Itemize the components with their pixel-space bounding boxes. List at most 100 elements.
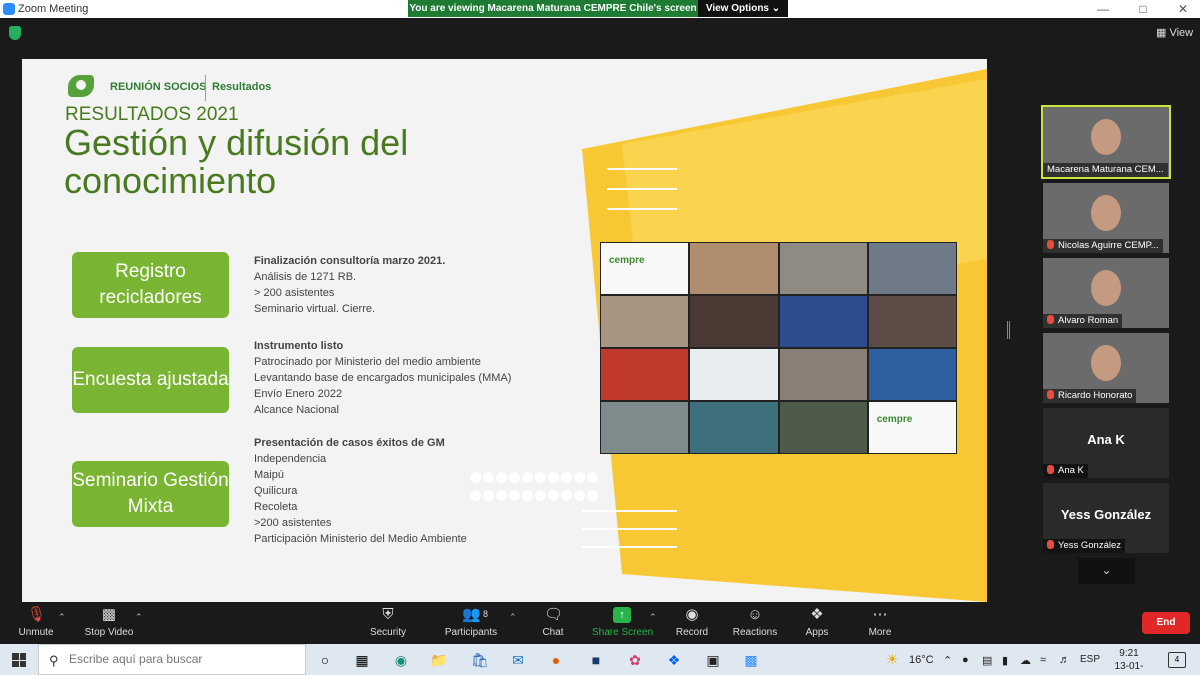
slide-title: Gestión y difusión del conocimiento (64, 122, 409, 201)
file-explorer-icon[interactable]: 📁 (428, 649, 450, 671)
grid-logo-cell: cempre (601, 243, 689, 294)
audio-options-caret[interactable]: ⌃ (58, 612, 66, 623)
weather-temp[interactable]: 16°C (909, 654, 934, 666)
maximize-button[interactable]: □ (1133, 2, 1153, 16)
participant-tile[interactable]: Nicolas Aguirre CEMP... (1043, 183, 1169, 253)
dropbox-icon[interactable]: ❖ (663, 649, 685, 671)
network-icon[interactable]: ▤ (982, 654, 992, 667)
participant-tile[interactable]: Alvaro Roman (1043, 258, 1169, 328)
zoom-taskbar-icon[interactable]: ▩ (740, 649, 762, 671)
participant-video (1091, 345, 1121, 381)
record-label: Record (675, 627, 709, 638)
bullet-line: >200 asistentes (254, 517, 332, 529)
grid-photo-cell (868, 349, 956, 400)
mail-icon[interactable]: ✉ (507, 649, 529, 671)
participants-options-caret[interactable]: ⌃ (509, 612, 517, 623)
sticky-notes-icon[interactable]: ▣ (702, 649, 724, 671)
bullet-line: Recoleta (254, 501, 298, 513)
grid-slide-cell (690, 349, 778, 400)
close-button[interactable]: ✕ (1173, 2, 1193, 16)
windows-start-icon[interactable] (12, 653, 26, 667)
video-options-caret[interactable]: ⌃ (135, 612, 143, 623)
security-label: Security (369, 627, 407, 638)
bullet-heading: Finalización consultoría marzo 2021. (254, 255, 446, 267)
share-banner: You are viewing Macarena Maturana CEMPRE… (408, 0, 788, 17)
grid-slide-cell (690, 402, 778, 453)
wifi-icon[interactable]: ≈ (1040, 654, 1046, 666)
shared-screen: REUNIÓN SOCIOS Resultados RESULTADOS 202… (22, 59, 987, 602)
muted-mic-icon (1047, 315, 1054, 324)
edge-browser-icon[interactable]: ◉ (390, 649, 412, 671)
participant-name: Ricardo Honorato (1058, 390, 1133, 401)
notification-center-icon[interactable]: 4 (1168, 652, 1186, 668)
bullet-line: Alcance Nacional (254, 404, 339, 416)
view-label: View (1169, 27, 1194, 39)
view-options-button[interactable]: View Options ⌄ (698, 0, 788, 17)
apps-icon: ❖ (810, 606, 824, 623)
participants-icon: 👥 (462, 606, 481, 623)
share-banner-text: You are viewing Macarena Maturana CEMPRE… (409, 3, 697, 14)
battery-icon[interactable]: ▮ (1002, 654, 1008, 667)
onedrive-icon[interactable]: ☁ (1020, 654, 1031, 667)
volume-icon[interactable]: ♬ (1059, 654, 1070, 666)
grid-photo-cell (601, 349, 689, 400)
stop-video-button[interactable]: ▩ Stop Video (80, 602, 138, 644)
participant-tile[interactable]: Ana K Ana K (1043, 408, 1169, 478)
security-button[interactable]: ⛨ Security (366, 602, 410, 644)
share-options-caret[interactable]: ⌃ (649, 612, 657, 623)
weather-icon[interactable]: ☀ (886, 651, 899, 668)
scroll-participants-down-button[interactable]: ⌄ (1078, 558, 1135, 584)
participant-name-label: Yess González (1043, 539, 1126, 553)
participant-display-name: Ana K (1087, 432, 1125, 447)
participant-tile[interactable]: Yess González Yess González (1043, 483, 1169, 553)
minimize-button[interactable]: — (1093, 2, 1113, 16)
participant-tile[interactable]: Ricardo Honorato (1043, 333, 1169, 403)
task-view-icon[interactable]: ▦ (351, 649, 373, 671)
bullet-line: Seminario virtual. Cierre. (254, 303, 376, 315)
panel-resize-handle[interactable] (1007, 321, 1010, 339)
store-icon[interactable]: 🛍 (469, 649, 491, 671)
language-indicator[interactable]: ESP (1080, 654, 1100, 665)
record-button[interactable]: ◉ Record (674, 602, 710, 644)
app-icon[interactable]: ■ (585, 649, 607, 671)
slide-section: Resultados (212, 81, 272, 93)
paint-icon[interactable]: ✿ (624, 649, 646, 671)
grid-logo-cell: cempre (868, 402, 956, 453)
apps-button[interactable]: ❖ Apps (802, 602, 832, 644)
record-icon: ◉ (685, 606, 699, 623)
grid-video-cell (779, 402, 867, 453)
clock-date: 13-01-2022 (1114, 661, 1144, 675)
firefox-icon[interactable]: ● (545, 649, 567, 671)
bullet-line: Patrocinado por Ministerio del medio amb… (254, 356, 481, 368)
show-hidden-icons[interactable]: ⌃ (943, 654, 952, 667)
webinar-screenshot-grid: cempre cempre (600, 242, 957, 454)
cortana-icon[interactable]: ○ (314, 649, 336, 671)
unmute-button[interactable]: 🎙 Unmute (12, 602, 60, 644)
chat-button[interactable]: 🗨 Chat (537, 602, 569, 644)
participant-video (1091, 195, 1121, 231)
bullet-line: > 200 asistentes (254, 287, 335, 299)
tray-app-icon[interactable]: ● (962, 654, 969, 666)
system-clock[interactable]: 9:21 13-01-2022 (1105, 647, 1153, 675)
more-label: More (868, 627, 892, 638)
participant-tile[interactable]: Macarena Maturana CEM... (1041, 105, 1171, 179)
participant-display-name: Yess González (1060, 507, 1152, 522)
share-screen-button[interactable]: ↑ Share Screen (592, 602, 653, 644)
taskbar-search[interactable]: ⚲ (38, 644, 306, 675)
encryption-shield-icon[interactable] (9, 26, 21, 40)
end-meeting-button[interactable]: End (1142, 612, 1190, 634)
bullet-heading: Presentación de casos éxitos de GM (254, 437, 445, 449)
view-button[interactable]: ▦ View (1156, 26, 1193, 39)
participant-name: Macarena Maturana CEM... (1043, 163, 1168, 177)
pill-encuesta: Encuesta ajustada (72, 347, 229, 413)
more-button[interactable]: ⋯ More (864, 602, 896, 644)
reactions-button[interactable]: ☺ Reactions (732, 602, 778, 644)
participant-name-label: Alvaro Roman (1043, 314, 1123, 328)
apps-label: Apps (805, 627, 829, 638)
search-input[interactable] (69, 652, 289, 666)
reactions-label: Reactions (732, 627, 778, 638)
grid-video-cell (690, 243, 778, 294)
bullet-line: Envío Enero 2022 (254, 388, 343, 400)
participants-button[interactable]: 👥 Participants (442, 602, 500, 644)
participant-name-label: Nicolas Aguirre CEMP... (1043, 239, 1163, 253)
